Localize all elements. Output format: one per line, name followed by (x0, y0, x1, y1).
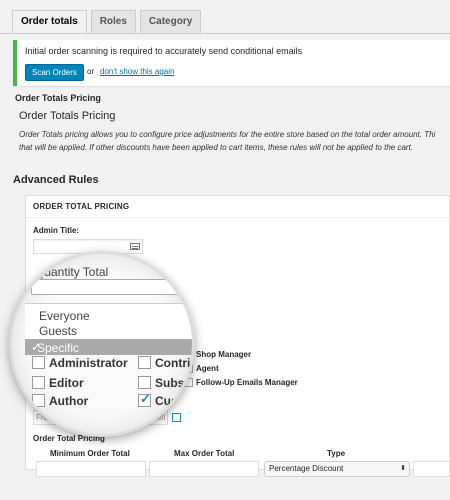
checkbox-administrator[interactable] (32, 356, 45, 369)
role-customer[interactable]: Customer (138, 392, 192, 408)
notice-message: Initial order scanning is required to ac… (25, 46, 303, 56)
checkbox-editor[interactable] (32, 376, 45, 389)
role-label-contributor: Contributor (155, 356, 192, 370)
col-type: Type (327, 449, 346, 458)
magnifier-loupe: Quantity Total ⬍ Everyone Guests ✓ Speci… (9, 251, 195, 437)
section-description: Order Totals pricing allows you to confi… (19, 128, 450, 154)
role-label-editor: Editor (49, 376, 84, 390)
role-label-follow-up-emails-manager: Follow-Up Emails Manager (196, 378, 298, 387)
checkbox-contributor[interactable] (138, 356, 151, 369)
role-label-author: Author (49, 394, 89, 408)
role-label-customer: Customer (155, 394, 192, 408)
role-label-subscriber: Subscriber (155, 376, 192, 390)
type-select-value: Percentage Discount (269, 464, 344, 473)
option-specific-roles[interactable]: ✓ Specific Roles (25, 339, 192, 369)
col-max-order-total: Max Order Total (174, 449, 235, 458)
section-heading: Order Totals Pricing (19, 110, 116, 122)
role-author[interactable]: Author (32, 394, 88, 408)
quantity-total-label: Quantity Total (35, 265, 109, 279)
scan-orders-button[interactable]: Scan Orders (25, 64, 84, 81)
type-select[interactable]: Percentage Discount ⬍ (264, 461, 410, 477)
role-editor[interactable]: Editor (32, 376, 84, 390)
tab-category[interactable]: Category (139, 10, 202, 33)
role-administrator[interactable]: Administrator (32, 356, 128, 370)
max-order-total-input[interactable] (149, 461, 259, 477)
role-follow-up-emails-manager[interactable]: Follow-Up Emails Manager (184, 378, 298, 388)
option-specific-roles-label: ✓ Specific Roles (31, 340, 80, 369)
panel-title: ORDER TOTAL PRICING (26, 196, 449, 218)
option-everyone[interactable]: Everyone (39, 309, 90, 323)
role-subscriber[interactable]: Subscriber (138, 376, 192, 390)
role-label-agent: Agent (196, 364, 219, 373)
admin-title-label: Admin Title: (33, 226, 80, 235)
checkbox-customer[interactable] (138, 392, 151, 407)
tab-roles[interactable]: Roles (90, 10, 136, 33)
tab-bar: Order totals Roles Category (12, 10, 202, 34)
contact-card-icon (130, 243, 140, 250)
chevron-updown-icon: ⬍ (172, 280, 181, 291)
checkbox-author[interactable] (32, 394, 45, 407)
scan-notice: Initial order scanning is required to ac… (13, 40, 450, 86)
section-label: Order Totals Pricing (15, 93, 101, 103)
role-contributor[interactable]: Contributor (138, 356, 192, 370)
advanced-rules-heading: Advanced Rules (13, 174, 99, 186)
role-label-shop-manager: Shop Manager (196, 350, 252, 359)
notice-or-text: or (87, 67, 95, 76)
amount-input[interactable] (413, 461, 450, 477)
role-label-administrator: Administrator (49, 356, 128, 370)
role-scope-dropdown: Everyone Guests ✓ Specific Roles (25, 303, 192, 369)
chevron-updown-icon: ⬍ (400, 465, 406, 472)
role-scope-select[interactable]: ⬍ (31, 279, 186, 295)
option-guests[interactable]: Guests (39, 324, 77, 338)
min-order-total-input[interactable] (36, 461, 146, 477)
tab-order-totals[interactable]: Order totals (12, 10, 87, 34)
description-line-2: that will be applied. If other discounts… (19, 143, 414, 152)
col-min-order-total: Minimum Order Total (50, 449, 130, 458)
description-line-1: Order Totals pricing allows you to confi… (19, 130, 436, 139)
tab-divider (0, 33, 450, 34)
checkbox-subscriber[interactable] (138, 376, 151, 389)
dismiss-notice-link[interactable]: don't show this again (100, 67, 174, 76)
